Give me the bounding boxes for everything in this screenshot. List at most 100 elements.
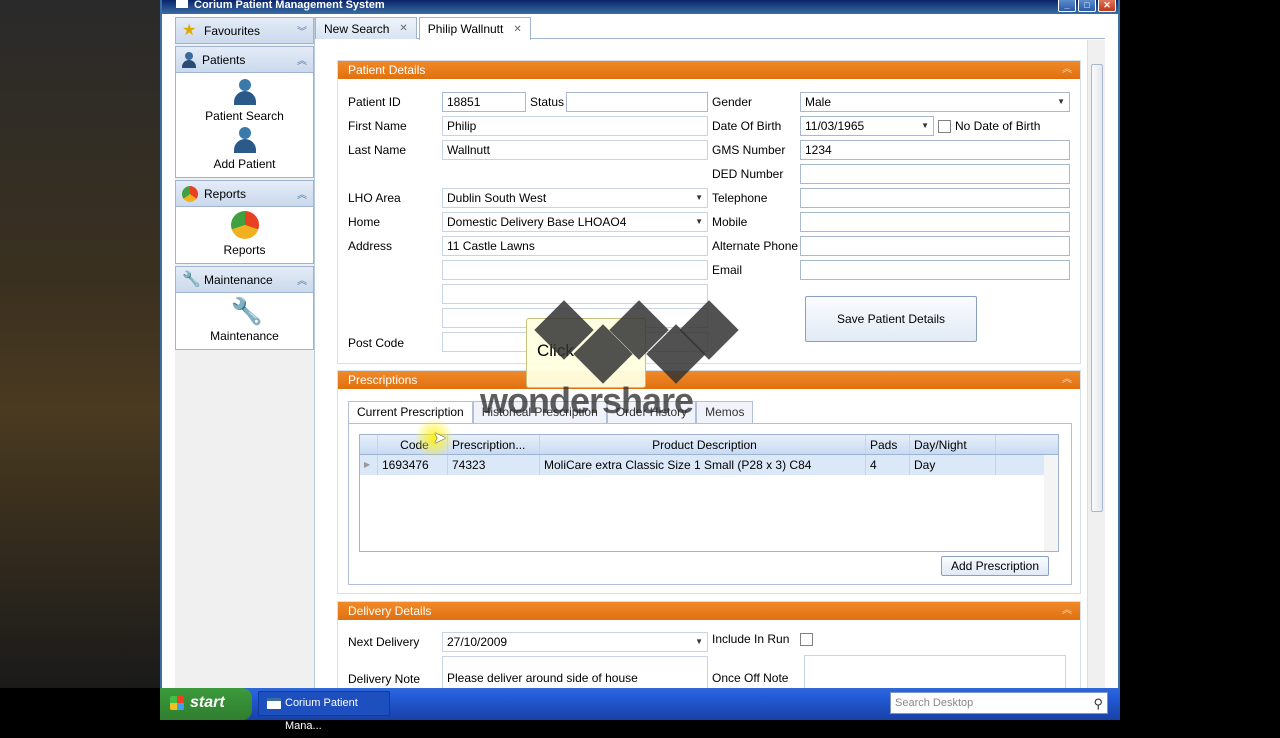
- chevron-up-icon[interactable]: ︽: [297, 186, 307, 201]
- gms-field[interactable]: 1234: [800, 140, 1070, 160]
- sidebar-panel-reports: Reports: [175, 207, 314, 264]
- sidebar-item-maintenance[interactable]: 🔧 Maintenance: [176, 297, 313, 345]
- email-field[interactable]: [800, 260, 1070, 280]
- close-tab-icon[interactable]: ✕: [513, 24, 521, 35]
- window-icon: [267, 698, 281, 709]
- save-patient-button[interactable]: Save Patient Details: [805, 296, 977, 342]
- chevron-up-icon[interactable]: ︽: [297, 272, 307, 287]
- dropdown-arrow-icon[interactable]: ▼: [1057, 93, 1065, 111]
- telephone-field[interactable]: [800, 188, 1070, 208]
- once-off-note-label: Once Off Note: [712, 671, 789, 685]
- tab-memos[interactable]: Memos: [696, 401, 754, 423]
- post-code-label: Post Code: [348, 336, 405, 350]
- taskbar: start Corium Patient Mana... Search Desk…: [160, 688, 1120, 732]
- home-label: Home: [348, 215, 381, 229]
- dob-label: Date Of Birth: [712, 119, 782, 133]
- alt-phone-field[interactable]: [800, 236, 1070, 256]
- dropdown-arrow-icon[interactable]: ▼: [695, 189, 703, 207]
- sidebar-item-reports[interactable]: Reports: [176, 211, 313, 259]
- delivery-note-field[interactable]: Please deliver around side of house: [442, 656, 708, 688]
- pie-chart-icon: [182, 185, 198, 202]
- home-value: Domestic Delivery Base LHOAO4: [447, 215, 627, 229]
- search-icon[interactable]: ⚲: [1093, 694, 1103, 714]
- star-icon: ★: [182, 21, 197, 39]
- gms-label: GMS Number: [712, 143, 786, 157]
- collapse-icon[interactable]: ︽: [1062, 61, 1072, 79]
- sidebar-item-add-patient[interactable]: Add Patient: [176, 125, 313, 173]
- dropdown-arrow-icon[interactable]: ▼: [921, 117, 929, 135]
- address-line-2[interactable]: [442, 260, 708, 280]
- close-tab-icon[interactable]: ✕: [399, 23, 407, 34]
- gender-select[interactable]: Male ▼: [800, 92, 1070, 112]
- row-indicator-header: [360, 435, 378, 454]
- sidebar-item-label: Maintenance: [210, 329, 279, 343]
- column-header-pads[interactable]: Pads: [866, 435, 910, 454]
- column-header-product[interactable]: Product Description: [540, 435, 866, 454]
- patient-content: Patient Details ︽ Patient ID 18851 Statu…: [315, 40, 1105, 688]
- section-header[interactable]: Prescriptions ︽: [338, 371, 1080, 389]
- scrollbar-thumb[interactable]: [1091, 64, 1103, 512]
- ded-field[interactable]: [800, 164, 1070, 184]
- section-header[interactable]: Delivery Details ︽: [338, 602, 1080, 620]
- collapse-icon[interactable]: ︽: [1062, 371, 1072, 389]
- sidebar-group-reports[interactable]: Reports ︽: [175, 180, 314, 207]
- dropdown-arrow-icon[interactable]: ▼: [695, 213, 703, 231]
- lho-area-select[interactable]: Dublin South West ▼: [442, 188, 708, 208]
- address-line-1[interactable]: 11 Castle Lawns: [442, 236, 708, 256]
- sidebar-item-label: Patient Search: [205, 109, 284, 123]
- last-name-label: Last Name: [348, 143, 407, 157]
- no-dob-checkbox[interactable]: [938, 120, 951, 133]
- sidebar-group-patients[interactable]: Patients ︽: [175, 46, 314, 73]
- last-name-field[interactable]: Wallnutt: [442, 140, 708, 160]
- include-in-run-checkbox[interactable]: [800, 633, 813, 646]
- grid-scrollbar[interactable]: [1044, 455, 1058, 551]
- prescriptions-section: Prescriptions ︽ Current Prescription His…: [337, 370, 1081, 594]
- cell-code: 1693476: [378, 455, 448, 475]
- sidebar-panel-maintenance: 🔧 Maintenance: [175, 293, 314, 350]
- status-field[interactable]: [566, 92, 708, 112]
- dob-picker[interactable]: 11/03/1965 ▼: [800, 116, 934, 136]
- tab-label: Philip Wallnutt: [427, 22, 504, 36]
- section-title: Delivery Details: [348, 604, 432, 618]
- desktop-search-input[interactable]: Search Desktop ⚲: [890, 692, 1108, 714]
- next-delivery-picker[interactable]: 27/10/2009 ▼: [442, 632, 708, 652]
- mobile-field[interactable]: [800, 212, 1070, 232]
- add-prescription-button[interactable]: Add Prescription: [941, 556, 1049, 576]
- maximize-button[interactable]: □: [1078, 0, 1096, 12]
- desktop-background-left: [0, 0, 160, 688]
- sidebar: ★ Favourites ︾ Patients ︽ Patient Search…: [175, 17, 315, 688]
- tab-new-search[interactable]: New Search ✕: [315, 17, 417, 39]
- address-line-3[interactable]: [442, 284, 708, 304]
- close-button[interactable]: ✕: [1098, 0, 1116, 12]
- patient-search-icon: [232, 79, 258, 107]
- section-header[interactable]: Patient Details ︽: [338, 61, 1080, 79]
- tab-label: New Search: [324, 21, 390, 36]
- chevron-up-icon[interactable]: ︽: [297, 52, 307, 67]
- search-placeholder: Search Desktop: [895, 697, 974, 709]
- tab-current-prescription[interactable]: Current Prescription: [348, 401, 473, 424]
- page-scrollbar[interactable]: [1087, 40, 1105, 688]
- sidebar-group-favourites[interactable]: ★ Favourites ︾: [175, 17, 314, 44]
- windows-logo-icon: [170, 696, 184, 710]
- window-title: Corium Patient Management System: [194, 0, 385, 11]
- patient-id-field[interactable]: 18851: [442, 92, 526, 112]
- home-select[interactable]: Domestic Delivery Base LHOAO4 ▼: [442, 212, 708, 232]
- delivery-note-label: Delivery Note: [348, 672, 421, 686]
- tab-philip-wallnutt[interactable]: Philip Wallnutt ✕: [418, 17, 531, 40]
- column-header-day-night[interactable]: Day/Night: [910, 435, 996, 454]
- chevron-down-icon[interactable]: ︾: [297, 23, 307, 38]
- start-button[interactable]: start: [160, 688, 252, 720]
- desktop-background-right: [1120, 0, 1280, 688]
- alt-phone-label: Alternate Phone: [712, 239, 799, 253]
- once-off-note-field[interactable]: [804, 655, 1066, 688]
- collapse-icon[interactable]: ︽: [1062, 602, 1072, 620]
- first-name-field[interactable]: Philip: [442, 116, 708, 136]
- taskbar-item-corium[interactable]: Corium Patient Mana...: [258, 691, 390, 732]
- sidebar-item-patient-search[interactable]: Patient Search: [176, 77, 313, 125]
- dropdown-arrow-icon[interactable]: ▼: [695, 633, 703, 651]
- table-row[interactable]: ▶ 1693476 74323 MoliCare extra Classic S…: [360, 455, 1058, 475]
- sidebar-group-maintenance[interactable]: 🔧 Maintenance ︽: [175, 266, 314, 293]
- minimize-button[interactable]: _: [1058, 0, 1076, 12]
- column-header-prescription[interactable]: Prescription...: [448, 435, 540, 454]
- person-icon: [182, 51, 196, 68]
